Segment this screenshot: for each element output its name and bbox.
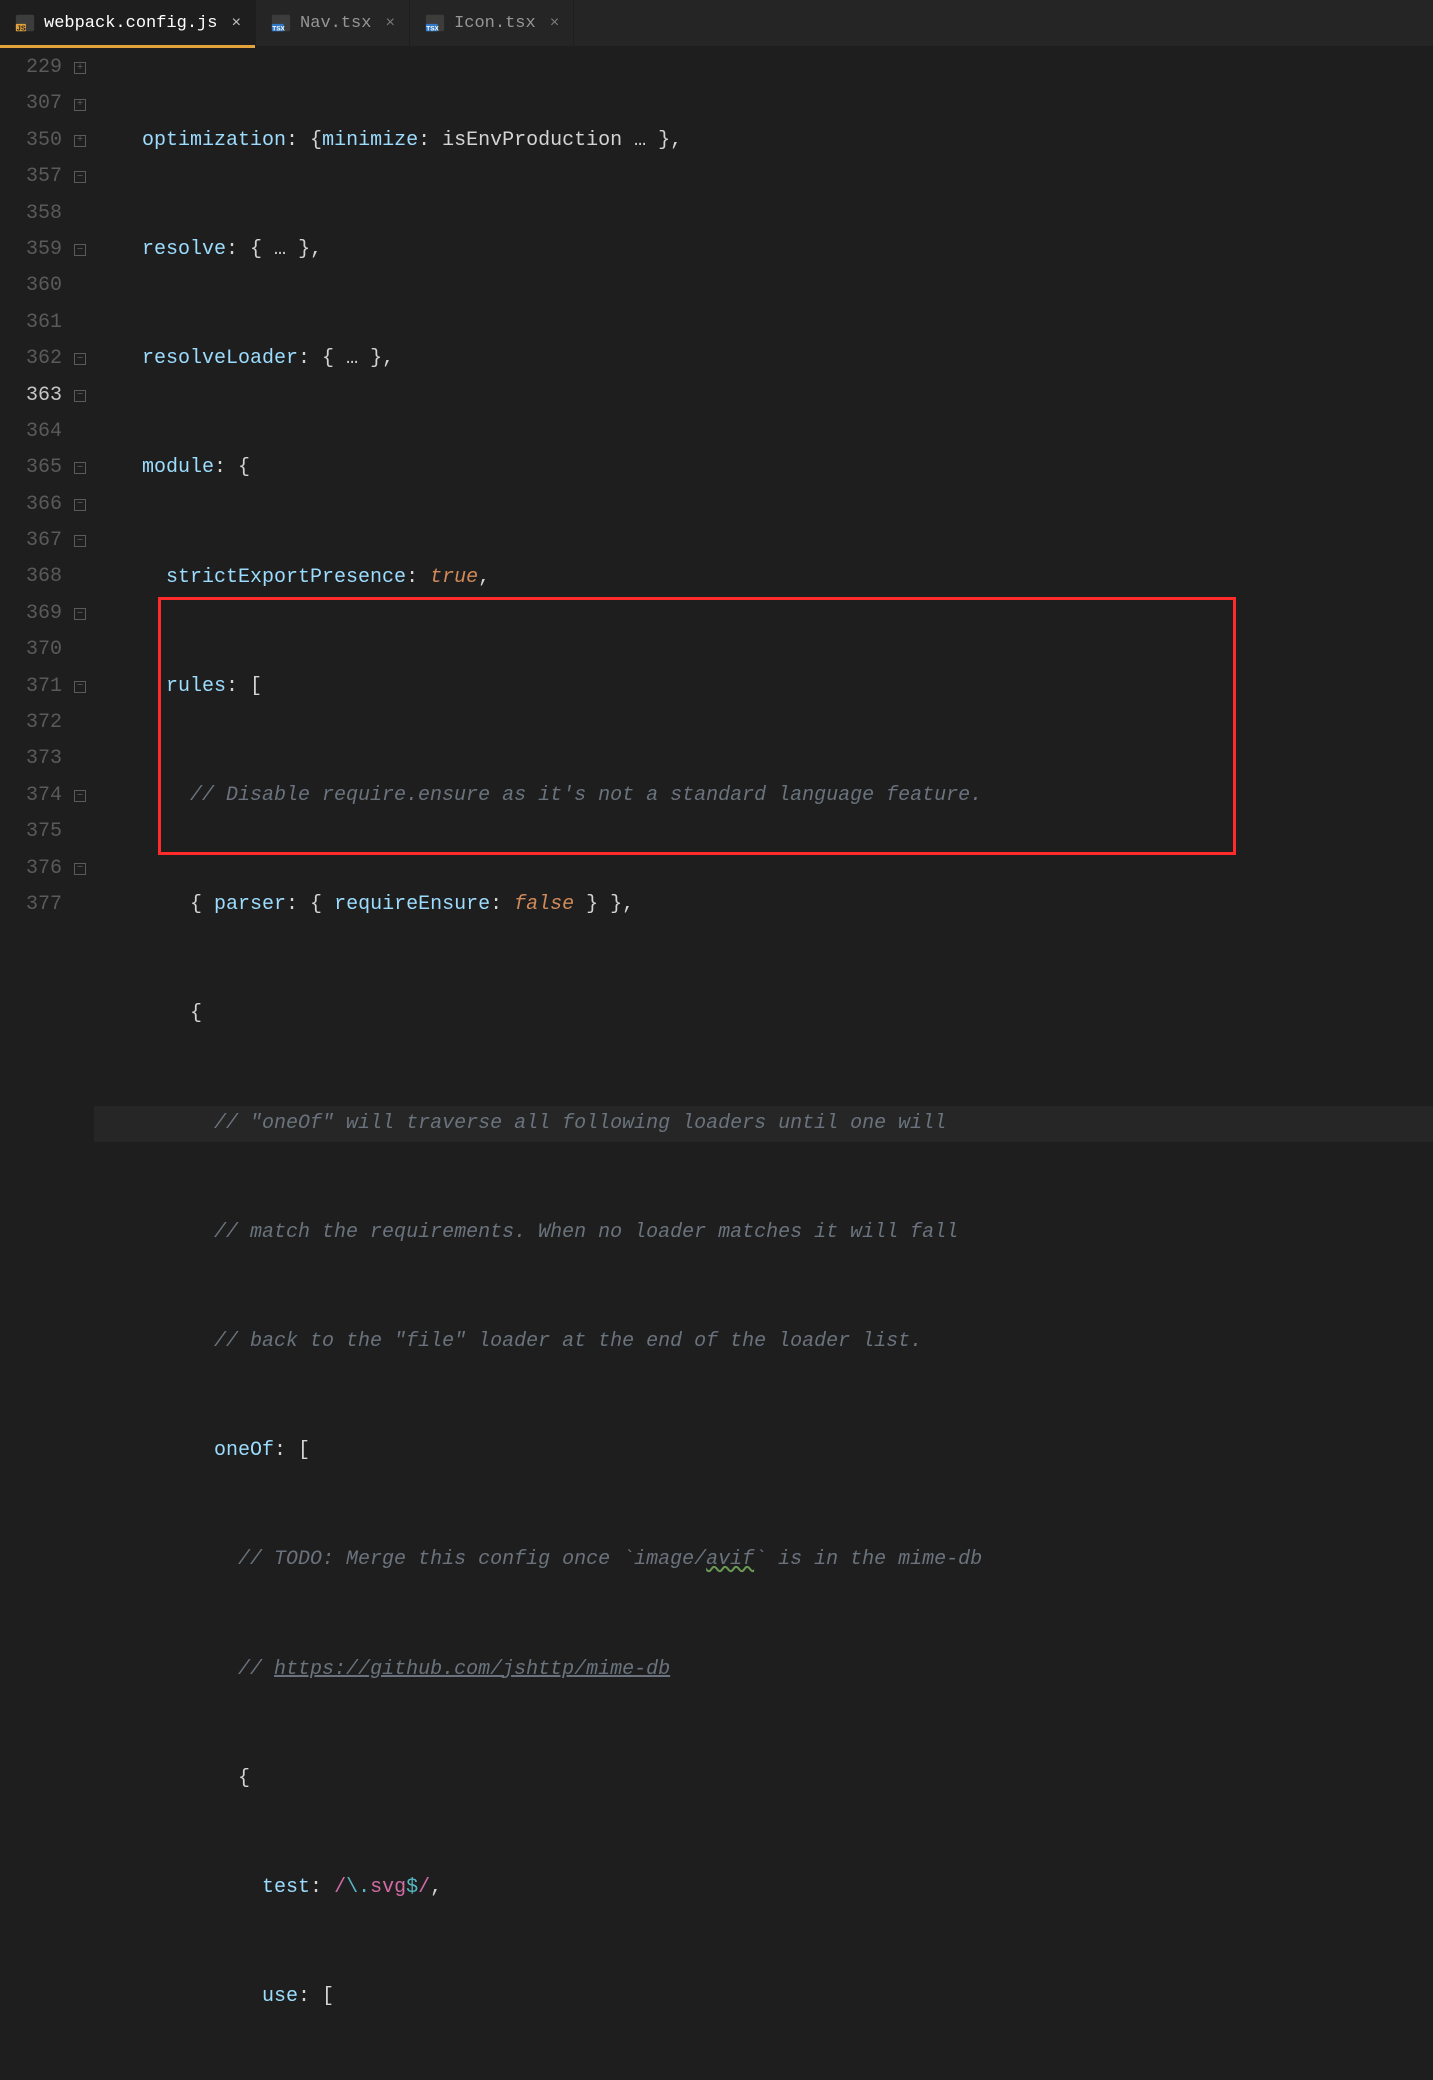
tab-nav-tsx[interactable]: TSX Nav.tsx × — [256, 0, 410, 46]
tsx-file-icon: TSX — [424, 12, 446, 34]
close-icon[interactable]: × — [550, 14, 560, 32]
fold-expanded-icon[interactable]: − — [66, 487, 94, 523]
code-line[interactable]: use: [ — [94, 1979, 1433, 2015]
svg-text:JS: JS — [17, 23, 26, 32]
line-number: 374 — [0, 778, 62, 814]
fold-expanded-icon[interactable]: − — [66, 596, 94, 632]
tab-label: webpack.config.js — [44, 14, 217, 33]
line-number: 367 — [0, 523, 62, 559]
line-number: 372 — [0, 705, 62, 741]
code-area[interactable]: optimization: {minimize: isEnvProduction… — [94, 46, 1433, 1040]
line-number: 358 — [0, 196, 62, 232]
line-number: 360 — [0, 268, 62, 304]
code-line[interactable]: oneOf: [ — [94, 1433, 1433, 1469]
svg-text:TSX: TSX — [426, 25, 439, 32]
code-line[interactable]: rules: [ — [94, 669, 1433, 705]
js-file-icon: JS — [14, 12, 36, 34]
line-number: 359 — [0, 232, 62, 268]
tsx-file-icon: TSX — [270, 12, 292, 34]
editor-tabs: JS webpack.config.js × TSX Nav.tsx × TSX… — [0, 0, 1433, 46]
code-line[interactable]: { parser: { requireEnsure: false } }, — [94, 887, 1433, 923]
line-number: 357 — [0, 159, 62, 195]
code-line[interactable]: resolve: { … }, — [94, 232, 1433, 268]
line-number: 377 — [0, 887, 62, 923]
tab-webpack-config[interactable]: JS webpack.config.js × — [0, 0, 256, 46]
line-number: 366 — [0, 487, 62, 523]
code-line[interactable]: // https://github.com/jshttp/mime-db — [94, 1652, 1433, 1688]
fold-expanded-icon[interactable]: − — [66, 159, 94, 195]
code-line[interactable]: optimization: {minimize: isEnvProduction… — [94, 123, 1433, 159]
line-number: 368 — [0, 559, 62, 595]
code-editor[interactable]: 229 307 350 357 358 359 360 361 362 363 … — [0, 46, 1433, 1040]
line-number: 364 — [0, 414, 62, 450]
line-number: 307 — [0, 86, 62, 122]
fold-expanded-icon[interactable]: − — [66, 341, 94, 377]
code-line[interactable]: // "oneOf" will traverse all following l… — [94, 1106, 1433, 1142]
code-line[interactable]: // TODO: Merge this config once `image/a… — [94, 1542, 1433, 1578]
fold-expanded-icon[interactable]: − — [66, 523, 94, 559]
line-number: 350 — [0, 123, 62, 159]
fold-expanded-icon[interactable]: − — [66, 778, 94, 814]
code-line[interactable]: resolveLoader: { … }, — [94, 341, 1433, 377]
line-number: 369 — [0, 596, 62, 632]
line-number: 229 — [0, 50, 62, 86]
code-line[interactable]: { — [94, 1761, 1433, 1797]
code-line[interactable]: // match the requirements. When no loade… — [94, 1215, 1433, 1251]
fold-expanded-icon[interactable]: − — [66, 450, 94, 486]
fold-expanded-icon[interactable]: − — [66, 232, 94, 268]
line-number: 373 — [0, 741, 62, 777]
code-line[interactable]: strictExportPresence: true, — [94, 560, 1433, 596]
code-line[interactable]: // Disable require.ensure as it's not a … — [94, 778, 1433, 814]
fold-collapsed-icon[interactable]: + — [66, 123, 94, 159]
close-icon[interactable]: × — [385, 14, 395, 32]
line-number: 375 — [0, 814, 62, 850]
fold-gutter: + + + − − − − − − − − − − − — [66, 46, 94, 1040]
line-number: 370 — [0, 632, 62, 668]
line-number: 365 — [0, 450, 62, 486]
fold-collapsed-icon[interactable]: + — [66, 50, 94, 86]
tab-icon-tsx[interactable]: TSX Icon.tsx × — [410, 0, 574, 46]
fold-expanded-icon[interactable]: − — [66, 851, 94, 887]
line-number: 376 — [0, 851, 62, 887]
tab-label: Nav.tsx — [300, 14, 371, 33]
tab-label: Icon.tsx — [454, 14, 536, 33]
close-icon[interactable]: × — [231, 14, 241, 32]
code-line[interactable]: test: /\.svg$/, — [94, 1870, 1433, 1906]
line-number-gutter: 229 307 350 357 358 359 360 361 362 363 … — [0, 46, 66, 1040]
code-line[interactable]: // back to the "file" loader at the end … — [94, 1324, 1433, 1360]
svg-text:TSX: TSX — [272, 25, 285, 32]
line-number: 361 — [0, 305, 62, 341]
line-number: 362 — [0, 341, 62, 377]
fold-collapsed-icon[interactable]: + — [66, 86, 94, 122]
fold-expanded-icon[interactable]: − — [66, 669, 94, 705]
line-number: 371 — [0, 669, 62, 705]
highlight-box-annotation — [158, 597, 1236, 855]
line-number: 363 — [0, 378, 62, 414]
code-line[interactable]: module: { — [94, 450, 1433, 486]
fold-expanded-icon[interactable]: − — [66, 378, 94, 414]
code-line[interactable]: { — [94, 996, 1433, 1032]
